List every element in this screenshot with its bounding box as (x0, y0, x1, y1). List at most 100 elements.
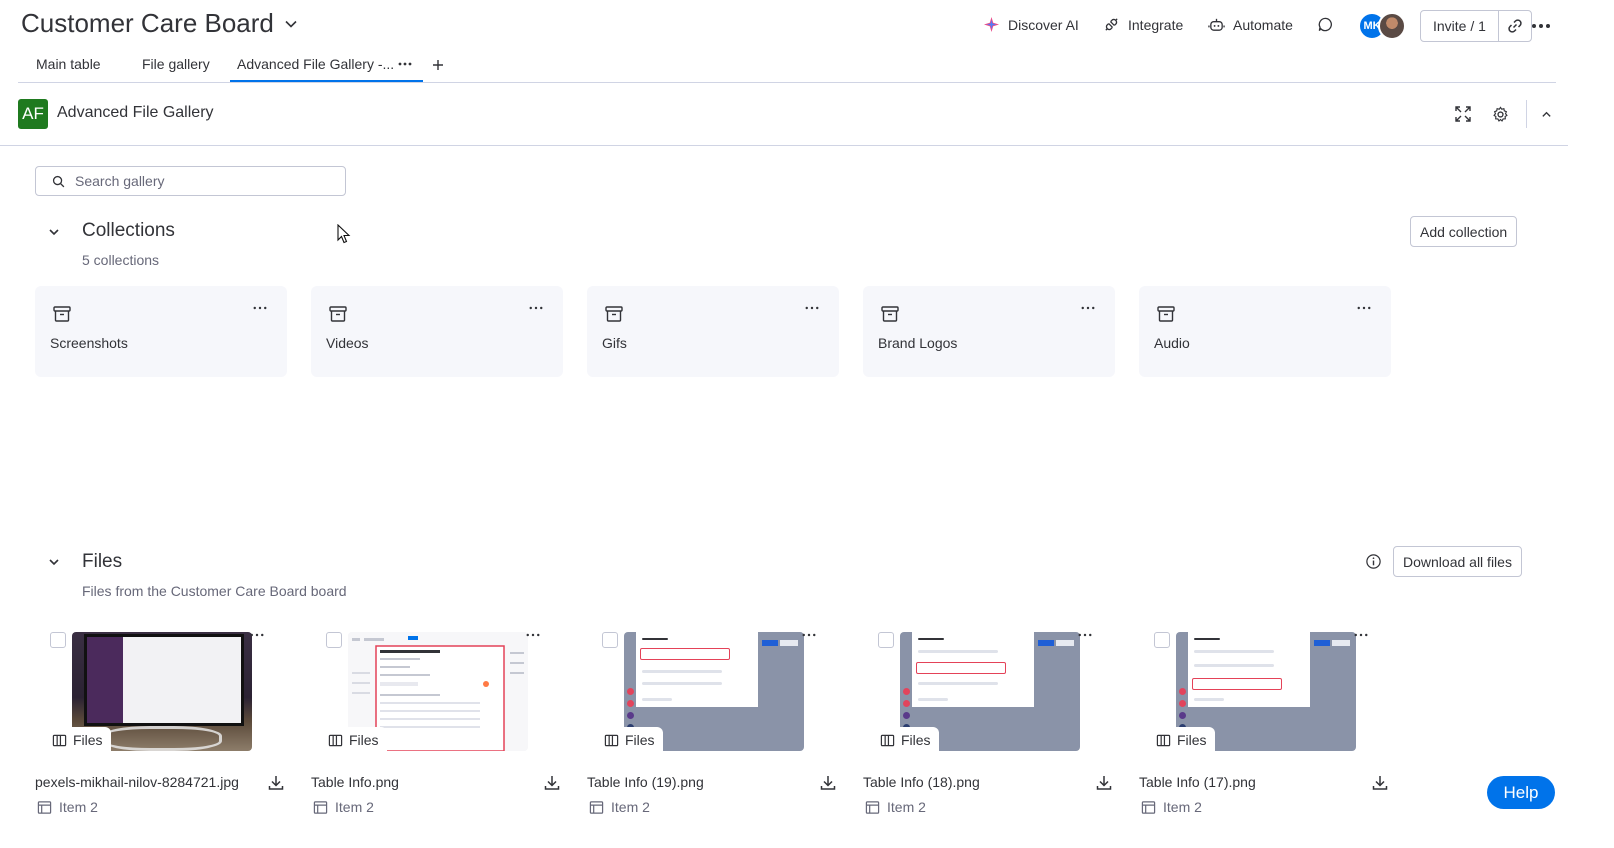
file-item-link[interactable]: Item 2 (865, 799, 926, 815)
fullscreen-button[interactable] (1453, 104, 1473, 124)
file-item-link[interactable]: Item 2 (589, 799, 650, 815)
collection-label: Screenshots (50, 335, 128, 351)
file-item-link[interactable]: Item 2 (1141, 799, 1202, 815)
collection-label: Videos (326, 335, 369, 351)
archive-box-icon (52, 304, 72, 324)
robot-icon (1208, 16, 1225, 33)
tab-advanced-file-gallery[interactable]: Advanced File Gallery -... (237, 56, 394, 72)
download-icon[interactable] (819, 774, 837, 792)
file-card[interactable]: Files Table Info (17).png Item 2 (1139, 625, 1391, 825)
file-name[interactable]: pexels-mikhail-nilov-8284721.jpg (35, 774, 239, 790)
collections-count: 5 collections (82, 252, 160, 268)
archive-box-icon (880, 304, 900, 324)
file-name[interactable]: Table Info (19).png (587, 774, 704, 790)
item-icon (1141, 800, 1156, 815)
tab-main-table[interactable]: Main table (36, 56, 101, 72)
files-column-chip: Files (873, 727, 939, 753)
file-checkbox[interactable] (878, 632, 894, 648)
download-icon[interactable] (267, 774, 285, 792)
collection-card[interactable]: Brand Logos (863, 286, 1115, 377)
file-name[interactable]: Table Info (18).png (863, 774, 980, 790)
help-button[interactable]: Help (1487, 776, 1555, 809)
more-horizontal-icon[interactable] (802, 633, 818, 647)
download-all-button[interactable]: Download all files (1393, 546, 1522, 577)
chip-label: Files (625, 732, 655, 748)
board-more-menu[interactable] (1530, 16, 1552, 36)
add-collection-button[interactable]: Add collection (1410, 216, 1518, 247)
integrate-button[interactable]: Integrate (1103, 16, 1183, 33)
add-view-button[interactable] (432, 59, 444, 71)
automate-label: Automate (1233, 16, 1293, 33)
more-horizontal-icon[interactable] (250, 633, 266, 647)
more-horizontal-icon[interactable] (805, 306, 821, 320)
more-horizontal-icon[interactable] (1078, 633, 1094, 647)
file-card[interactable]: Files Table Info.png Item 2 (311, 625, 563, 825)
updates-button[interactable] (1317, 16, 1334, 33)
files-column-chip: Files (597, 727, 663, 753)
item-icon (313, 800, 328, 815)
more-horizontal-icon[interactable] (526, 633, 542, 647)
thumbnail-glasses (102, 726, 222, 751)
item-label: Item 2 (887, 799, 926, 815)
column-icon (1156, 733, 1171, 748)
files-column-chip: Files (45, 727, 111, 753)
file-name[interactable]: Table Info (17).png (1139, 774, 1256, 790)
file-card[interactable]: Files pexels-mikhail-nilov-8284721.jpg I… (35, 625, 287, 825)
file-checkbox[interactable] (50, 632, 66, 648)
discover-ai-button[interactable]: Discover AI (983, 16, 1079, 33)
more-horizontal-icon (1531, 23, 1551, 29)
files-subtitle: Files from the Customer Care Board board (82, 583, 347, 599)
file-checkbox[interactable] (1154, 632, 1170, 648)
board-members[interactable]: MK (1358, 12, 1406, 40)
tab-options-button[interactable] (398, 62, 412, 66)
item-icon (589, 800, 604, 815)
chevron-down-icon (48, 556, 60, 568)
chevron-down-icon[interactable] (284, 17, 298, 31)
collection-card[interactable]: Gifs (587, 286, 839, 377)
thumbnail-panel (636, 632, 758, 707)
settings-button[interactable] (1490, 104, 1510, 124)
download-icon[interactable] (1371, 774, 1389, 792)
collections-toggle[interactable] (48, 226, 60, 238)
more-horizontal-icon[interactable] (1081, 306, 1097, 320)
more-horizontal-icon (398, 62, 412, 66)
tab-file-gallery[interactable]: File gallery (142, 56, 210, 72)
widget-title: Advanced File Gallery (57, 104, 214, 121)
board-title[interactable]: Customer Care Board (21, 8, 298, 39)
file-card[interactable]: Files Table Info (18).png Item 2 (863, 625, 1115, 825)
collection-card[interactable]: Videos (311, 286, 563, 377)
more-horizontal-icon[interactable] (253, 306, 269, 320)
files-info-button[interactable] (1365, 553, 1382, 570)
more-horizontal-icon[interactable] (529, 306, 545, 320)
collection-card[interactable]: Audio (1139, 286, 1391, 377)
search-box[interactable] (35, 166, 346, 196)
file-checkbox[interactable] (602, 632, 618, 648)
column-icon (328, 733, 343, 748)
download-icon[interactable] (543, 774, 561, 792)
files-column-chip: Files (1149, 727, 1215, 753)
archive-box-icon (328, 304, 348, 324)
search-input[interactable] (75, 173, 325, 189)
avatar-photo[interactable] (1378, 12, 1406, 40)
file-item-link[interactable]: Item 2 (37, 799, 98, 815)
invite-button[interactable]: Invite / 1 (1421, 11, 1499, 41)
file-card[interactable]: Files Table Info (19).png Item 2 (587, 625, 839, 825)
collapse-widget-button[interactable] (1536, 104, 1556, 124)
file-checkbox[interactable] (326, 632, 342, 648)
link-icon (1506, 17, 1524, 35)
board-title-text: Customer Care Board (21, 8, 274, 38)
collection-label: Brand Logos (878, 335, 958, 351)
file-name[interactable]: Table Info.png (311, 774, 399, 790)
copy-link-button[interactable] (1499, 11, 1531, 41)
more-horizontal-icon[interactable] (1357, 306, 1373, 320)
download-icon[interactable] (1095, 774, 1113, 792)
column-icon (52, 733, 67, 748)
files-column-chip: Files (321, 727, 387, 753)
files-toggle[interactable] (48, 556, 60, 568)
column-icon (604, 733, 619, 748)
automate-button[interactable]: Automate (1208, 16, 1293, 33)
collection-card[interactable]: Screenshots (35, 286, 287, 377)
file-item-link[interactable]: Item 2 (313, 799, 374, 815)
more-horizontal-icon[interactable] (1354, 633, 1370, 647)
thumbnail-table (1314, 640, 1352, 740)
